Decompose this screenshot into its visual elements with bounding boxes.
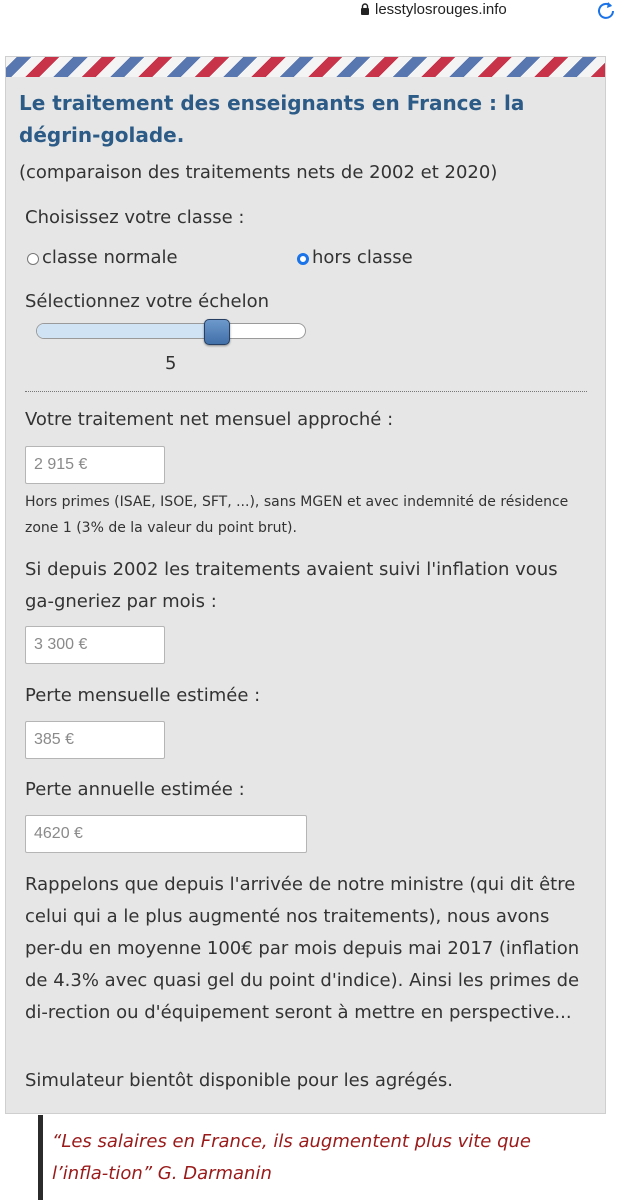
annual-loss-field[interactable]: 4620 € [25,815,307,853]
lock-icon [361,3,369,15]
airmail-stripe [6,57,605,77]
darmanin-quote: “Les salaires en France, ils augmentent … [52,1131,532,1184]
calculator-card: Le traitement des enseignants en France … [5,56,606,1114]
radio-label-classe-normale: classe normale [42,247,178,268]
ministry-paragraph: Rappelons que depuis l'arrivée de notre … [25,874,580,1023]
monthly-loss-field[interactable]: 385 € [25,721,165,759]
echelon-value: 5 [165,353,177,374]
net-salary-note: Hors primes (ISAE, ISOE, SFT, ...), sans… [25,494,569,536]
browser-url-bar[interactable]: lesstylosrouges.info [0,0,618,24]
section-divider [25,391,587,392]
inflation-label: Si depuis 2002 les traitements avaient s… [25,559,558,612]
echelon-slider[interactable] [36,319,306,345]
calculator-title: Le traitement des enseignants en France … [19,91,525,147]
net-salary-field[interactable]: 2 915 € [25,446,165,484]
agreges-note: Simulateur bientôt disponible pour les a… [25,1070,453,1091]
inflation-salary-field[interactable]: 3 300 € [25,626,165,664]
annual-loss-label: Perte annuelle estimée : [25,779,245,800]
net-salary-label: Votre traitement net mensuel approché : [25,409,394,430]
radio-unchecked-icon[interactable] [27,253,39,265]
slider-fill [37,324,217,338]
url-display[interactable]: lesstylosrouges.info [360,0,507,18]
slider-thumb[interactable] [203,319,230,345]
radio-classe-normale[interactable]: classe normale [27,245,178,271]
calculator-subtitle: (comparaison des traitements nets de 200… [19,162,498,183]
radio-checked-icon[interactable] [297,253,309,265]
quote-bar [38,1115,43,1200]
radio-label-hors-classe: hors classe [312,247,413,268]
echelon-label: Sélectionnez votre échelon [25,291,270,312]
class-label: Choisissez votre classe : [25,207,245,228]
refresh-icon[interactable] [596,0,616,20]
url-text: lesstylosrouges.info [375,0,507,18]
radio-hors-classe[interactable]: hors classe [297,245,413,271]
monthly-loss-label: Perte mensuelle estimée : [25,685,261,706]
